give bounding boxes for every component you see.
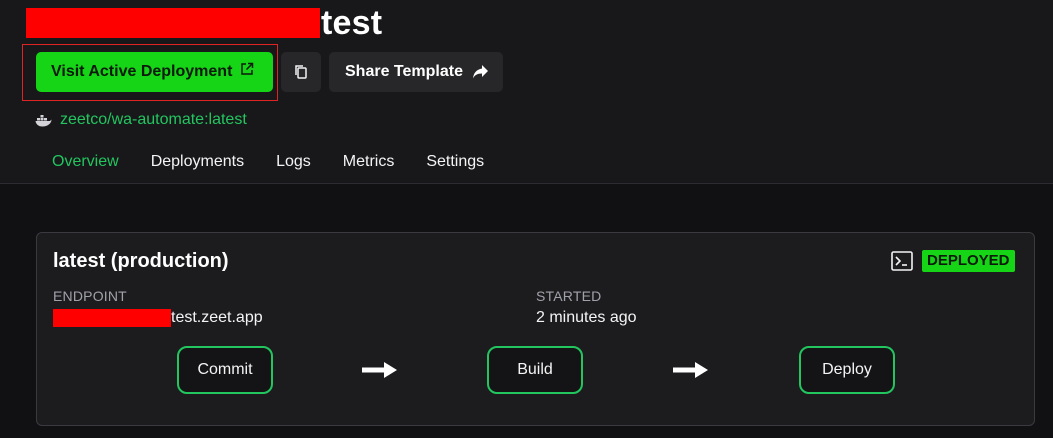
arrow-right-icon (673, 362, 708, 378)
docker-icon (35, 114, 52, 126)
service-header: test Visit Active Deployment Share Templ… (0, 0, 1053, 184)
started-value: 2 minutes ago (536, 309, 637, 326)
endpoint-label: ENDPOINT (53, 288, 127, 304)
page-title-text: test (321, 3, 383, 42)
copy-icon (295, 65, 307, 79)
share-template-button[interactable]: Share Template (329, 52, 503, 92)
arrow-right-icon (362, 362, 397, 378)
redacted-title-prefix (26, 8, 320, 38)
tab-deployments[interactable]: Deployments (135, 153, 260, 171)
tab-overview[interactable]: Overview (36, 153, 135, 171)
started-label: STARTED (536, 288, 602, 304)
terminal-icon[interactable] (891, 251, 913, 271)
visit-button-label: Visit Active Deployment (51, 63, 233, 80)
pipeline-step-commit: Commit (177, 346, 273, 394)
copy-button[interactable] (281, 52, 321, 92)
share-icon (472, 65, 488, 79)
redacted-endpoint (53, 309, 171, 327)
visit-active-deployment-button[interactable]: Visit Active Deployment (36, 52, 273, 92)
share-button-label: Share Template (345, 63, 463, 80)
page-title: test (26, 2, 382, 44)
deployment-title: latest (production) (53, 250, 229, 272)
pipeline-step-build: Build (487, 346, 583, 394)
tab-logs[interactable]: Logs (260, 153, 327, 171)
deployment-card: latest (production) DEPLOYED ENDPOINT s … (36, 232, 1035, 426)
pipeline-step-deploy: Deploy (799, 346, 895, 394)
image-link[interactable]: zeetco/wa-automate:latest (60, 111, 247, 129)
endpoint-suffix: test.zeet.app (171, 309, 263, 326)
tab-metrics[interactable]: Metrics (327, 153, 411, 171)
status-badge: DEPLOYED (922, 250, 1015, 272)
image-reference: zeetco/wa-automate:latest (35, 109, 247, 131)
tab-bar: Overview Deployments Logs Metrics Settin… (36, 150, 500, 174)
tab-settings[interactable]: Settings (410, 153, 500, 171)
endpoint-link[interactable]: s test.zeet.app (53, 309, 263, 327)
external-link-icon (241, 62, 254, 75)
